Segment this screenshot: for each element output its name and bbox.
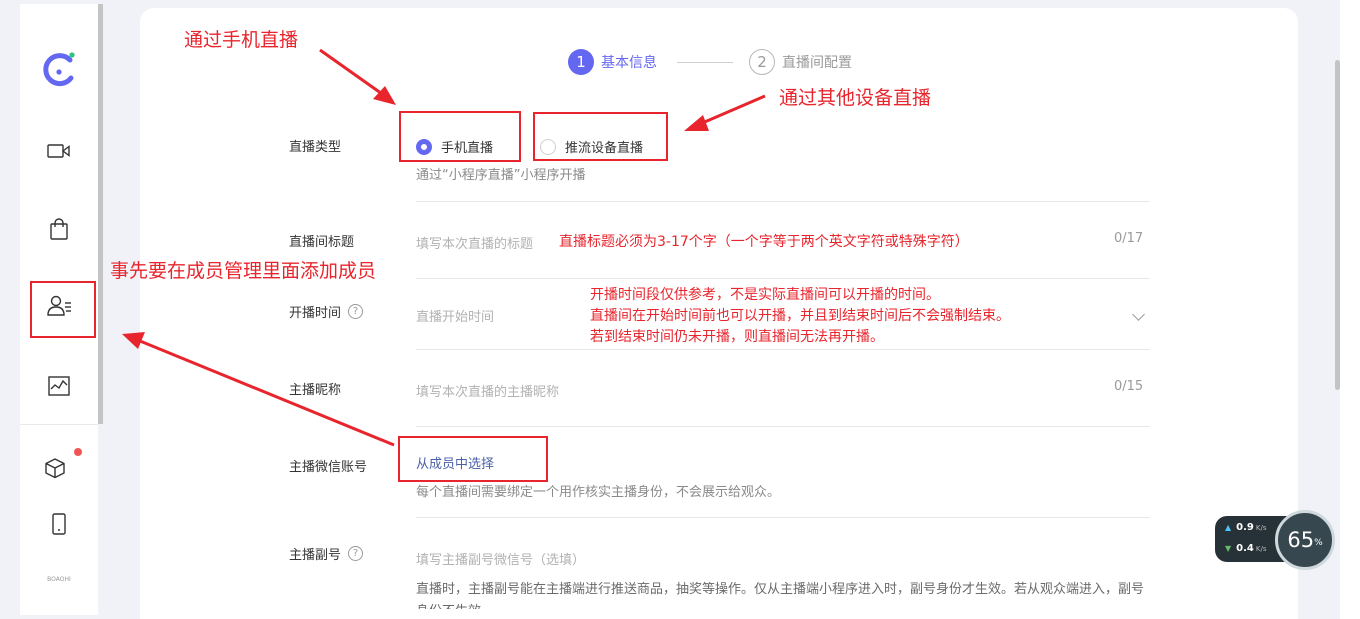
- download-speed: ▼ 0.4 K/s: [1225, 543, 1266, 554]
- anchor-nickname-underline: [416, 426, 1150, 427]
- annotation-time-note-1: 开播时间段仅供参考，不是实际直播间可以开播的时间。: [590, 287, 940, 303]
- anchor-nickname-input[interactable]: 填写本次直播的主播昵称: [416, 381, 559, 400]
- anchor-deputy-label: 主播副号 ?: [289, 544, 364, 563]
- phone-icon[interactable]: [20, 504, 98, 544]
- page-scrollbar-track: [1340, 0, 1360, 619]
- anchor-nickname-label: 主播昵称: [289, 383, 342, 398]
- step-2-number: 2: [749, 49, 775, 75]
- shopping-bag-icon[interactable]: [20, 209, 98, 249]
- anchor-deputy-input[interactable]: 填写主播副号微信号（选填）: [416, 549, 585, 568]
- page-scrollbar[interactable]: [1335, 60, 1340, 390]
- video-icon[interactable]: [20, 131, 98, 171]
- start-time-input[interactable]: 直播开始时间: [416, 306, 494, 325]
- anchor-deputy-label-text: 主播副号: [289, 548, 342, 563]
- start-time-label: 开播时间 ?: [289, 302, 364, 321]
- step-2-label: 直播间配置: [782, 55, 852, 71]
- title-input[interactable]: 填写本次直播的标题: [416, 233, 533, 252]
- annotation-box-select-member: [398, 436, 548, 482]
- step-1-number: 1: [568, 49, 594, 75]
- annotation-box-member-menu: [30, 281, 96, 338]
- live-type-label: 直播类型: [289, 140, 342, 155]
- anchor-wechat-hint: 每个直播间需要绑定一个用作核实主播身份，不会展示给观众。: [416, 485, 781, 500]
- anchor-nickname-counter: 0/15: [1114, 379, 1144, 394]
- anchor-wechat-label: 主播微信账号: [289, 460, 368, 475]
- steps-indicator: 1 基本信息 2 直播间配置: [568, 49, 852, 75]
- upload-speed: ▲ 0.9 K/s: [1225, 522, 1266, 533]
- live-type-hint: 通过“小程序直播”小程序开播: [416, 168, 586, 183]
- cube-icon[interactable]: [16, 448, 94, 488]
- anchor-deputy-hint: 直播时，主播副号能在主播端进行推送商品，抽奖等操作。仅从主播端小程序进入时，副号…: [416, 582, 1145, 609]
- step-connector: [677, 61, 733, 63]
- title-label: 直播间标题: [289, 235, 355, 250]
- download-unit: K/s: [1255, 544, 1267, 553]
- upload-unit: K/s: [1255, 523, 1267, 532]
- annotation-time-note-2: 直播间在开始时间前也可以开播，并且到结束时间后不会强制结束。: [590, 308, 1010, 324]
- help-icon[interactable]: ?: [348, 304, 364, 319]
- sidebar-divider: [20, 424, 98, 425]
- sidebar-scrollbar[interactable]: [98, 4, 103, 424]
- annotation-title-rule: 直播标题必须为3-17个字（一个字等于两个英文字符或特殊字符）: [559, 234, 969, 250]
- annotation-box-stream-device: [533, 112, 668, 161]
- annotation-other-device: 通过其他设备直播: [779, 87, 932, 109]
- annotation-members: 事先要在成员管理里面添加成员: [110, 260, 377, 282]
- up-arrow-icon: ▲: [1225, 523, 1232, 532]
- start-time-underline: [416, 349, 1150, 350]
- usage-percent: 65: [1287, 528, 1315, 552]
- help-icon[interactable]: ?: [348, 546, 364, 561]
- upload-value: 0.9: [1236, 522, 1254, 533]
- download-value: 0.4: [1236, 543, 1254, 554]
- sidebar-brand: BOAOHI: [47, 576, 71, 583]
- usage-percent-sign: %: [1314, 538, 1323, 548]
- logo-icon[interactable]: [20, 44, 98, 92]
- start-time-label-text: 开播时间: [289, 306, 342, 321]
- annotation-time-note-3: 若到结束时间仍未开播，则直播间无法再开播。: [590, 329, 884, 345]
- down-arrow-icon: ▼: [1225, 544, 1232, 553]
- chart-icon[interactable]: [20, 366, 98, 406]
- notification-dot: [74, 448, 82, 456]
- network-speed-widget[interactable]: ▲ 0.9 K/s ▼ 0.4 K/s 65%: [1215, 510, 1335, 570]
- divider: [416, 517, 1150, 518]
- annotation-box-phone-live: [399, 111, 521, 162]
- divider: [416, 201, 1150, 202]
- step-1-label: 基本信息: [601, 55, 657, 71]
- usage-gauge: 65%: [1275, 510, 1335, 570]
- title-input-underline: [416, 278, 1150, 279]
- annotation-phone-live: 通过手机直播: [184, 29, 299, 51]
- title-counter: 0/17: [1114, 231, 1144, 246]
